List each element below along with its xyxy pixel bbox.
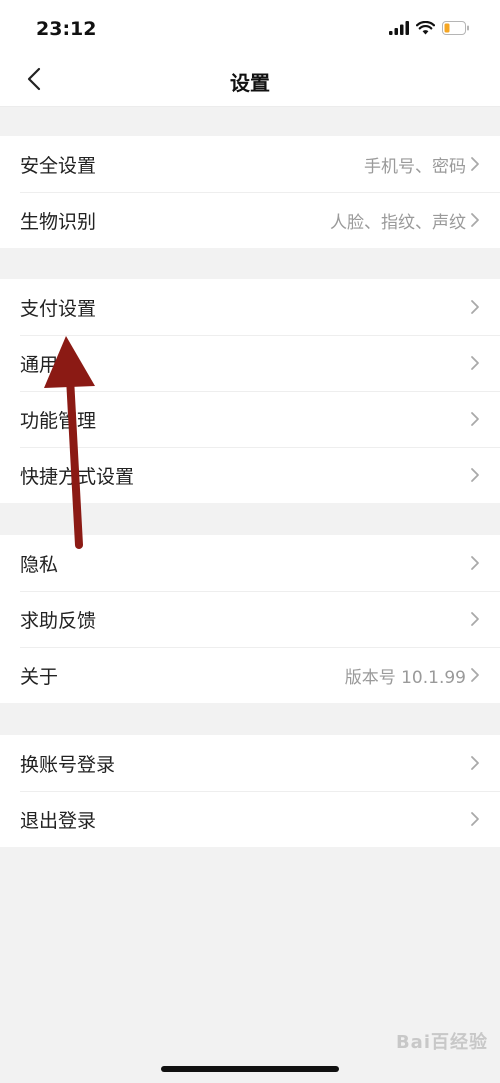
- chevron-right-icon: [470, 755, 480, 771]
- battery-icon: [442, 20, 470, 39]
- settings-row-payment[interactable]: 支付设置: [0, 279, 500, 335]
- row-label: 隐私: [20, 553, 59, 576]
- row-label: 通用: [20, 353, 59, 376]
- row-label: 退出登录: [20, 809, 97, 832]
- settings-group-account: 安全设置 手机号、密码 生物识别 人脸、指纹、声纹: [0, 136, 500, 248]
- settings-group-info: 隐私 求助反馈 关于 版本号 10.1.99: [0, 535, 500, 703]
- wifi-icon: [415, 20, 436, 39]
- settings-row-about[interactable]: 关于 版本号 10.1.99: [0, 647, 500, 703]
- version-value: 版本号 10.1.99: [344, 667, 466, 688]
- settings-row-privacy[interactable]: 隐私: [0, 535, 500, 591]
- chevron-right-icon: [470, 555, 480, 571]
- settings-row-security[interactable]: 安全设置 手机号、密码: [0, 136, 500, 192]
- settings-row-biometrics[interactable]: 生物识别 人脸、指纹、声纹: [0, 192, 500, 248]
- chevron-right-icon: [470, 467, 480, 483]
- row-label: 功能管理: [20, 409, 97, 432]
- row-label: 换账号登录: [20, 753, 116, 776]
- chevron-right-icon: [470, 212, 480, 228]
- settings-row-features[interactable]: 功能管理: [0, 391, 500, 447]
- page-title: 设置: [230, 71, 270, 95]
- row-label: 支付设置: [20, 297, 97, 320]
- settings-row-switch-account[interactable]: 换账号登录: [0, 735, 500, 791]
- chevron-right-icon: [470, 667, 480, 683]
- chevron-right-icon: [470, 156, 480, 172]
- settings-group-general: 支付设置 通用 功能管理 快捷方式设置: [0, 279, 500, 503]
- status-icons: [389, 19, 470, 39]
- settings-row-general[interactable]: 通用: [0, 335, 500, 391]
- nav-bar: 设置: [0, 56, 500, 107]
- row-label: 关于: [20, 665, 59, 688]
- chevron-right-icon: [470, 811, 480, 827]
- row-label: 求助反馈: [20, 609, 97, 632]
- home-indicator: [161, 1066, 339, 1072]
- settings-row-logout[interactable]: 退出登录: [0, 791, 500, 847]
- chevron-right-icon: [470, 611, 480, 627]
- status-time: 23:12: [36, 18, 97, 40]
- row-label: 生物识别: [20, 210, 97, 233]
- row-label: 快捷方式设置: [20, 465, 135, 488]
- chevron-right-icon: [470, 299, 480, 315]
- chevron-right-icon: [470, 411, 480, 427]
- settings-group-session: 换账号登录 退出登录: [0, 735, 500, 847]
- chevron-right-icon: [470, 355, 480, 371]
- row-label: 安全设置: [20, 154, 97, 177]
- settings-row-shortcuts[interactable]: 快捷方式设置: [0, 447, 500, 503]
- row-value: 手机号、密码: [364, 156, 466, 177]
- watermark: Bai百经验: [395, 1032, 488, 1053]
- signal-icon: [389, 20, 409, 39]
- status-bar: 23:12: [0, 0, 500, 56]
- row-value: 人脸、指纹、声纹: [330, 212, 466, 233]
- settings-row-help-feedback[interactable]: 求助反馈: [0, 591, 500, 647]
